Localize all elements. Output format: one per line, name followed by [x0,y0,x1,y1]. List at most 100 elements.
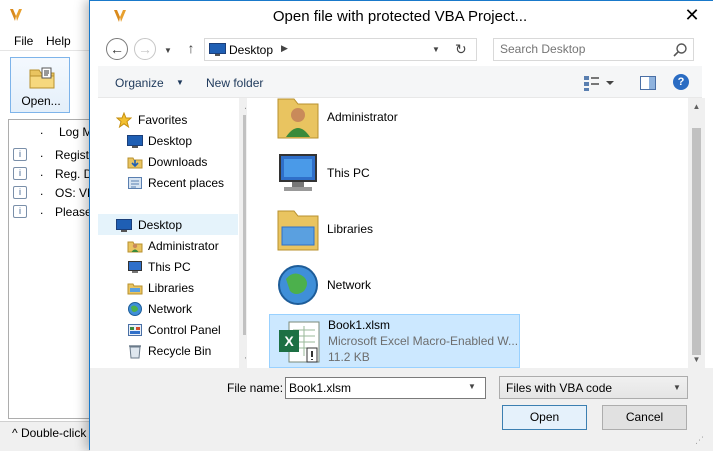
log-row[interactable]: i . Reg. D [13,165,101,184]
log-text: Reg. D [55,167,93,181]
log-text: Log M [59,125,93,139]
background-status-bar: ^ Double-click [0,421,100,450]
control-panel-icon [128,324,142,336]
search-icon [673,43,687,57]
file-list[interactable]: Administrator This PC Libraries Network [256,98,696,368]
nav-item-label: This PC [148,260,191,274]
file-type: Microsoft Excel Macro-Enabled W... [328,334,518,348]
chevron-down-icon[interactable]: ▼ [468,382,476,391]
log-list[interactable]: . Log M i . Regist i . Reg. D i . OS: VM… [8,119,100,419]
desktop-icon [116,219,132,232]
status-text: ^ Double-click [12,426,87,440]
log-marker: . [40,123,44,137]
refresh-icon[interactable]: ↻ [455,41,467,58]
scroll-up-icon[interactable]: ▲ [688,98,705,115]
log-row[interactable]: i . Please [13,203,101,222]
open-button[interactable]: Open [502,405,587,430]
dialog-title-bar[interactable]: Open file with protected VBA Project... … [90,1,713,32]
nav-item-control-panel[interactable]: Control Panel [98,319,238,340]
nav-pane-scrollbar[interactable]: ▲ ▼ [239,98,246,368]
file-list-scrollbar[interactable]: ▲ ▼ [688,98,705,368]
up-button[interactable]: ↑ [184,40,198,58]
log-row[interactable]: . Log M [13,123,101,142]
nav-item-desktop[interactable]: Desktop [98,130,238,151]
file-name-input[interactable] [289,381,459,395]
nav-item-libraries[interactable]: Libraries [98,277,238,298]
preview-pane-icon[interactable] [639,74,657,92]
excel-file-icon: X [279,321,320,363]
nav-item-label: Administrator [148,239,219,253]
arrow-left-icon: ← [110,41,124,57]
info-icon: i [13,205,27,218]
file-name: Network [327,278,372,292]
list-item-this-pc[interactable]: This PC [269,146,520,200]
address-bar[interactable]: Desktop ▶ ▼ ↻ [204,38,477,61]
close-button[interactable]: ✕ [671,2,713,30]
resize-grip-icon[interactable]: ⋰ [695,435,707,447]
scroll-down-icon[interactable]: ▼ [239,351,246,368]
file-name: This PC [327,166,370,180]
list-item-network[interactable]: Network [269,258,520,312]
info-icon: i [13,148,27,161]
cancel-button[interactable]: Cancel [602,405,687,430]
chevron-right-icon[interactable]: ▶ [281,43,288,54]
search-input[interactable] [500,42,665,56]
file-name: Libraries [327,222,374,236]
scrollbar-thumb[interactable] [692,128,701,355]
chevron-down-icon[interactable]: ▼ [432,45,440,54]
nav-item-label: Desktop [148,134,193,148]
list-item-libraries[interactable]: Libraries [269,202,520,256]
nav-item-recycle-bin[interactable]: Recycle Bin [98,340,238,361]
nav-item-desktop-root[interactable]: Desktop [98,214,238,235]
nav-item-this-pc[interactable]: This PC [98,256,238,277]
address-location[interactable]: Desktop [229,43,273,57]
chevron-down-icon: ▼ [164,46,172,55]
log-marker: . [40,203,44,217]
help-icon[interactable]: ? [673,74,689,90]
log-marker: . [40,165,44,179]
change-view-icon[interactable] [582,74,616,92]
libraries-icon [127,283,143,295]
toolbar-open-button[interactable]: Open... [10,57,70,113]
log-row[interactable]: i . Regist [13,146,101,165]
log-row[interactable]: i . OS: VM [13,184,101,203]
nav-item-recent-places[interactable]: Recent places [98,172,238,193]
menu-file[interactable]: File [14,34,33,48]
file-name: Book1.xlsm [328,318,391,332]
chevron-down-icon[interactable]: ▼ [176,78,184,87]
recent-places-icon [128,177,142,189]
address-row: ← → ▼ ↑ Desktop ▶ ▼ ↻ [90,32,713,66]
nav-item-downloads[interactable]: Downloads [98,151,238,172]
nav-item-network[interactable]: Network [98,298,238,319]
forward-button[interactable]: → [134,38,156,60]
scrollbar-thumb[interactable] [243,115,246,335]
user-folder-icon [277,98,319,139]
background-menu-bar: File Help [0,31,100,51]
file-type-value: Files with VBA code [506,381,613,395]
list-item-book1[interactable]: X Book1.xlsm Microsoft Excel Macro-Enabl… [269,314,520,368]
open-file-dialog: Open file with protected VBA Project... … [89,0,713,451]
nav-item-administrator[interactable]: Administrator [98,235,238,256]
star-icon [116,112,132,128]
file-type-select[interactable]: Files with VBA code ▼ [499,376,688,399]
search-box[interactable] [493,38,694,61]
downloads-icon [127,157,143,169]
recent-locations-button[interactable]: ▼ [162,41,174,55]
toolbar-open-label: Open... [21,94,61,108]
file-name-combobox[interactable]: ▼ [285,377,486,399]
scroll-down-icon[interactable]: ▼ [688,351,705,368]
list-item-administrator[interactable]: Administrator [269,98,520,144]
menu-help[interactable]: Help [46,34,71,48]
chevron-down-icon: ▼ [673,383,681,392]
desktop-icon [127,135,143,148]
desktop-icon [209,43,226,56]
file-name: Administrator [327,110,398,124]
scroll-up-icon[interactable]: ▲ [239,98,246,115]
new-folder-button[interactable]: New folder [206,76,263,90]
back-button[interactable]: ← [106,38,128,60]
file-name-label: File name: [227,381,284,395]
navigation-pane[interactable]: Favorites Desktop Downloads Recent place… [98,98,247,368]
info-icon: i [13,167,27,180]
nav-item-favorites[interactable]: Favorites [98,109,238,130]
organize-button[interactable]: Organize [115,76,164,90]
